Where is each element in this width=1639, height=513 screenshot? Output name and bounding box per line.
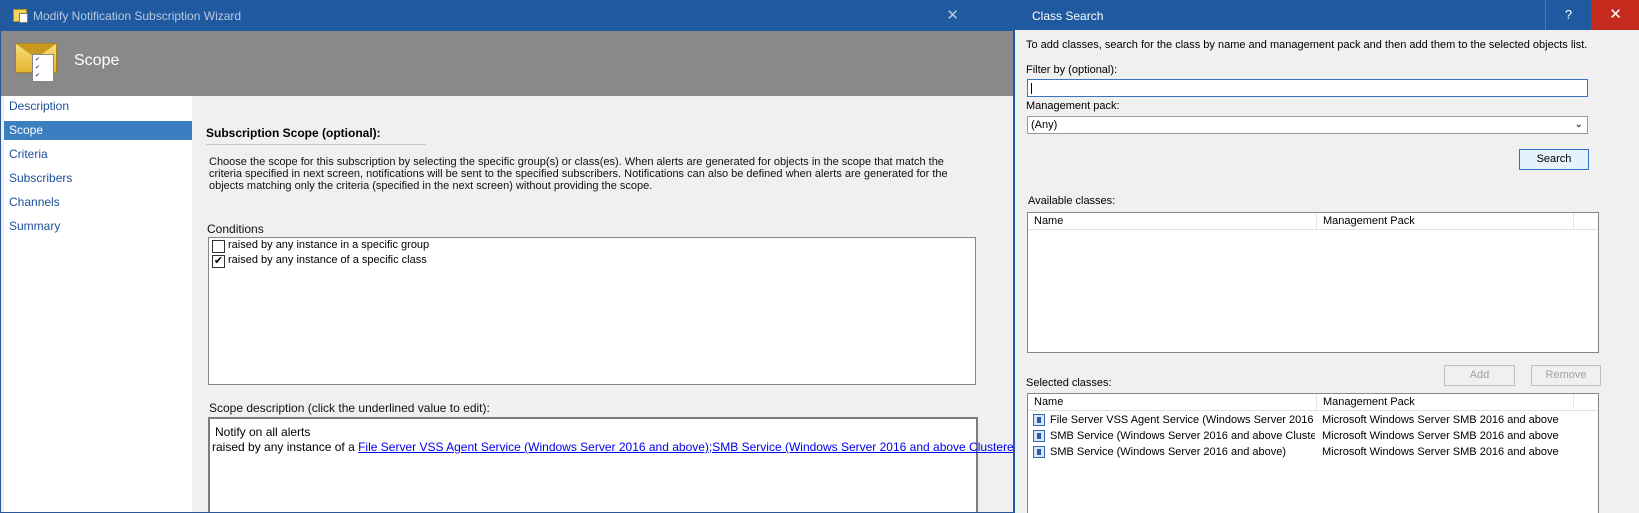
nav-item-scope[interactable]: Scope (4, 121, 192, 140)
class-icon (1033, 414, 1045, 426)
condition-label: raised by any instance of a specific cla… (228, 254, 427, 266)
remove-button[interactable]: Remove (1531, 365, 1601, 386)
text-caret (1031, 83, 1032, 94)
selected-classes-label: Selected classes: (1026, 377, 1112, 389)
scope-intro-text: Choose the scope for this subscription b… (209, 156, 948, 192)
column-header-management-pack[interactable]: Management Pack (1317, 394, 1574, 411)
wizard-window: Modify Notification Subscription Wizard … (0, 0, 1014, 513)
envelope-checklist-icon (15, 43, 57, 82)
close-icon[interactable]: ✕ (1591, 0, 1639, 30)
class-icon (1033, 446, 1045, 458)
conditions-list: raised by any instance in a specific gro… (208, 237, 976, 385)
condition-label: raised by any instance in a specific gro… (228, 239, 430, 251)
search-button[interactable]: Search (1519, 149, 1589, 170)
filter-label: Filter by (optional): (1026, 64, 1118, 76)
table-row[interactable]: File Server VSS Agent Service (Windows S… (1028, 412, 1598, 428)
dialog-titlebar: Class Search ? ✕ (1015, 0, 1639, 30)
nav-item-description[interactable]: Description (4, 97, 192, 116)
class-condition-checkbox[interactable]: ✔ (212, 255, 225, 268)
filter-input[interactable] (1027, 79, 1588, 97)
scope-description-rule: raised by any instance of a File Server … (212, 440, 1013, 454)
scope-class-link[interactable]: File Server VSS Agent Service (Windows S… (358, 440, 1013, 454)
column-header-name[interactable]: Name (1028, 394, 1317, 411)
selected-grid-header: Name Management Pack (1028, 394, 1598, 411)
instructions-text: To add classes, search for the class by … (1026, 39, 1588, 51)
add-button[interactable]: Add (1444, 365, 1515, 386)
nav-item-subscribers[interactable]: Subscribers (4, 169, 192, 188)
nav-item-criteria[interactable]: Criteria (4, 145, 192, 164)
section-divider (206, 144, 426, 145)
column-header-name[interactable]: Name (1028, 213, 1317, 230)
class-name-cell: File Server VSS Agent Service (Windows S… (1050, 414, 1315, 426)
table-row[interactable]: SMB Service (Windows Server 2016 and abo… (1028, 444, 1598, 460)
available-classes-grid[interactable]: Name Management Pack (1027, 212, 1599, 353)
scope-description-box: Notify on all alerts raised by any insta… (208, 417, 1013, 512)
management-pack-select[interactable]: (Any) ⌄ (1027, 116, 1588, 134)
management-pack-cell: Microsoft Windows Server SMB 2016 and ab… (1322, 414, 1559, 426)
class-icon (1033, 430, 1045, 442)
class-name-cell: SMB Service (Windows Server 2016 and abo… (1050, 430, 1315, 442)
wizard-app-icon (13, 9, 28, 23)
conditions-label: Conditions (207, 222, 264, 236)
wizard-title: Modify Notification Subscription Wizard (33, 9, 242, 23)
available-classes-label: Available classes: (1028, 195, 1116, 207)
scope-description-line: Notify on all alerts (215, 425, 311, 439)
wizard-page-title: Scope (74, 52, 120, 69)
group-condition-checkbox[interactable] (212, 240, 225, 253)
wizard-titlebar: Modify Notification Subscription Wizard … (1, 1, 1013, 31)
selected-classes-grid[interactable]: Name Management Pack File Server VSS Age… (1027, 393, 1599, 513)
scope-description-prefix: raised by any instance of a (212, 440, 359, 454)
management-pack-label: Management pack: (1026, 100, 1120, 112)
class-search-dialog: Class Search ? ✕ To add classes, search … (1014, 0, 1639, 513)
scope-description-label: Scope description (click the underlined … (209, 401, 490, 415)
chevron-down-icon: ⌄ (1574, 119, 1583, 130)
help-icon[interactable]: ? (1545, 0, 1591, 30)
column-header-management-pack[interactable]: Management Pack (1317, 213, 1574, 230)
nav-item-channels[interactable]: Channels (4, 193, 192, 212)
section-title: Subscription Scope (optional): (206, 126, 381, 140)
wizard-content: Subscription Scope (optional): Choose th… (192, 96, 1013, 512)
management-pack-cell: Microsoft Windows Server SMB 2016 and ab… (1322, 430, 1559, 442)
class-name-cell: SMB Service (Windows Server 2016 and abo… (1050, 446, 1286, 458)
available-grid-header: Name Management Pack (1028, 213, 1598, 230)
management-pack-cell: Microsoft Windows Server SMB 2016 and ab… (1322, 446, 1559, 458)
dialog-title: Class Search (1032, 9, 1104, 23)
nav-item-summary[interactable]: Summary (4, 217, 192, 236)
management-pack-value: (Any) (1031, 119, 1058, 131)
table-row[interactable]: SMB Service (Windows Server 2016 and abo… (1028, 428, 1598, 444)
filter-text-field[interactable] (1028, 80, 1587, 96)
wizard-nav: Description Scope Criteria Subscribers C… (4, 96, 192, 512)
wizard-header: Scope (1, 31, 1013, 96)
wizard-close-icon[interactable]: ✕ (946, 6, 959, 24)
